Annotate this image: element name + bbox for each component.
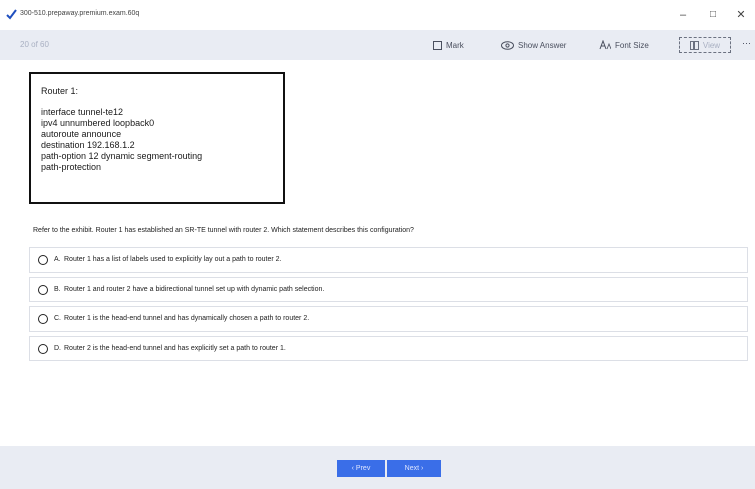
option-text: Router 1 and router 2 have a bidirection… — [64, 285, 325, 293]
close-button[interactable]: ✕ — [731, 7, 751, 23]
option-letter: D. — [54, 344, 61, 352]
question-counter: 20 of 60 — [20, 40, 49, 49]
option-text: Router 2 is the head-end tunnel and has … — [64, 344, 286, 352]
option-letter: B. — [54, 285, 61, 293]
exhibit-title: Router 1: — [41, 86, 79, 96]
answer-option-b[interactable]: B. Router 1 and router 2 have a bidirect… — [29, 276, 748, 302]
option-letter: C. — [54, 315, 61, 322]
view-label: View — [702, 40, 721, 50]
mark-button[interactable]: Mark — [433, 38, 464, 52]
exam-toolbar: 20 of 60 Mark Show Answer Font Size View… — [0, 30, 755, 60]
mark-checkbox-icon — [433, 40, 442, 50]
exhibit-line: path-option 12 dynamic segment-routing — [41, 151, 203, 161]
option-letter: A. — [54, 256, 61, 263]
radio-button[interactable] — [38, 284, 48, 295]
window-title: 300-510.prepaway.premium.exam.60q — [20, 10, 140, 17]
title-bar: 300-510.prepaway.premium.exam.60q – □ ✕ — [0, 0, 755, 30]
exhibit-line: destination 192.168.1.2 — [41, 140, 135, 150]
show-answer-label: Show Answer — [518, 40, 567, 50]
exhibit-box: Router 1: interface tunnel-te12 ipv4 unn… — [29, 72, 285, 204]
maximize-button[interactable]: □ — [703, 7, 723, 23]
font-size-label: Font Size — [615, 40, 649, 50]
more-options-button[interactable]: ⋯ — [742, 38, 751, 49]
radio-button[interactable] — [38, 314, 48, 324]
eye-icon — [501, 40, 514, 50]
checkmark-app-icon — [6, 9, 17, 20]
answer-options: A. Router 1 has a list of labels used to… — [29, 247, 748, 365]
font-size-icon — [599, 40, 611, 50]
question-text: Refer to the exhibit. Router 1 has estab… — [33, 227, 414, 234]
exhibit-line: path-protection — [41, 162, 102, 172]
answer-option-c[interactable]: C. Router 1 is the head-end tunnel and h… — [29, 306, 748, 332]
prev-button[interactable]: ‹ Prev — [337, 460, 385, 477]
view-button[interactable]: View — [679, 37, 731, 53]
navigation-footer: ‹ Prev Next › — [0, 446, 755, 489]
radio-button[interactable] — [38, 255, 48, 265]
exhibit-line: ipv4 unnumbered loopback0 — [41, 118, 155, 128]
minimize-button[interactable]: – — [673, 7, 693, 23]
option-text: Router 1 has a list of labels used to ex… — [64, 256, 282, 263]
show-answer-button[interactable]: Show Answer — [501, 38, 566, 52]
mark-label: Mark — [446, 40, 464, 50]
answer-option-a[interactable]: A. Router 1 has a list of labels used to… — [29, 247, 748, 273]
option-text: Router 1 is the head-end tunnel and has … — [64, 315, 310, 322]
view-panel-icon — [689, 40, 699, 50]
answer-option-d[interactable]: D. Router 2 is the head-end tunnel and h… — [29, 335, 748, 361]
next-button[interactable]: Next › — [387, 460, 441, 477]
font-size-button[interactable]: Font Size — [599, 38, 649, 52]
exhibit-line: autoroute announce — [41, 129, 122, 139]
exhibit-line: interface tunnel-te12 — [41, 107, 124, 117]
radio-button[interactable] — [38, 343, 48, 354]
